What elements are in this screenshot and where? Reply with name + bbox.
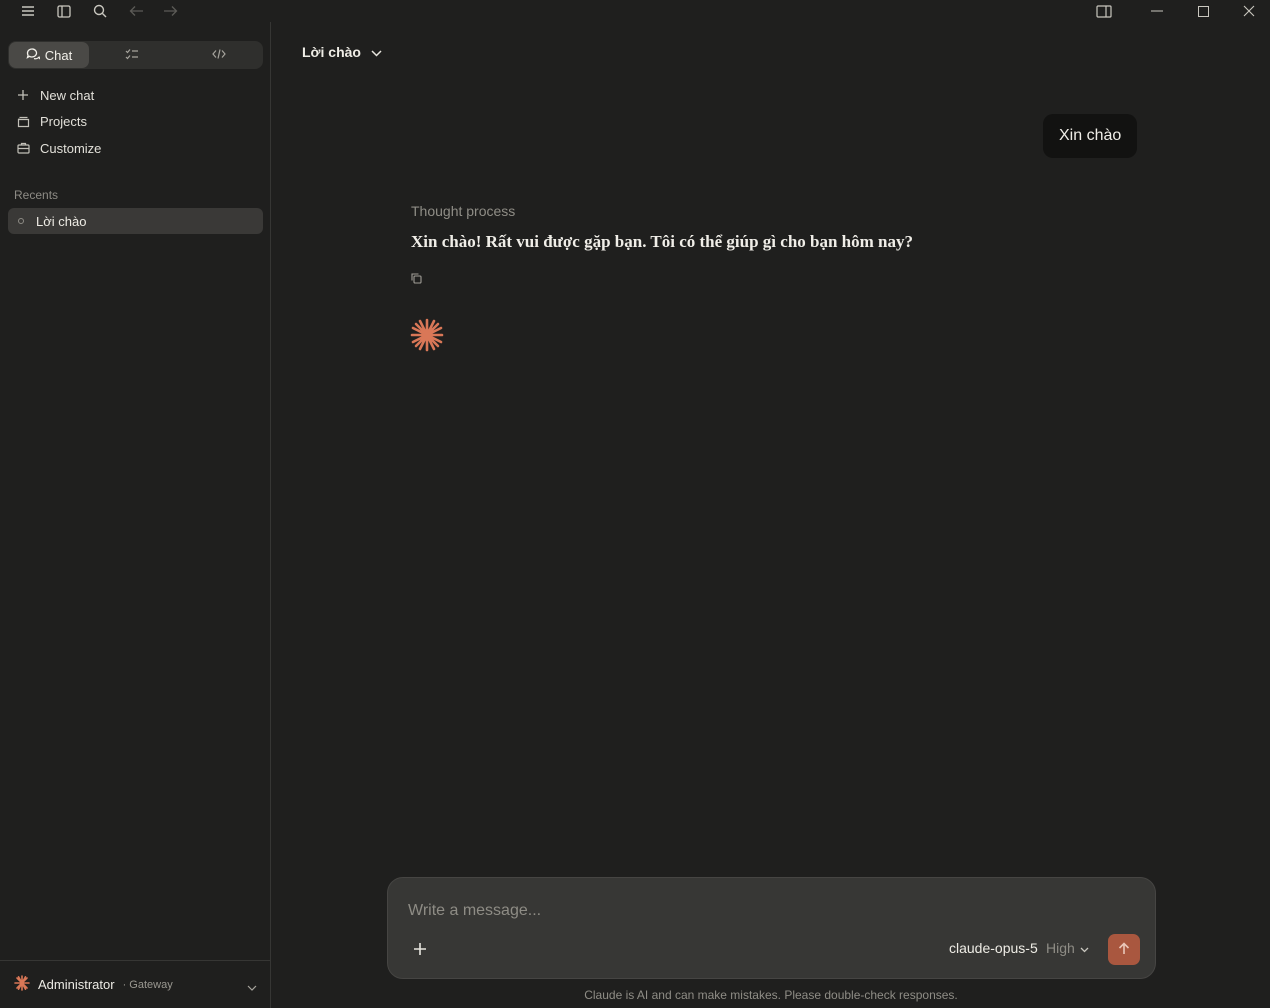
search-icon[interactable] [90, 2, 110, 20]
sidebar-item-new-chat[interactable]: New chat [8, 82, 263, 108]
effort-label: High [1046, 940, 1075, 956]
sidebar-toggle-icon[interactable] [54, 2, 74, 20]
task-checklist-icon [125, 48, 139, 63]
sidebar-item-projects[interactable]: Projects [8, 109, 263, 135]
tab-tasks[interactable] [89, 42, 175, 68]
title-bar [0, 0, 1270, 22]
back-arrow-icon[interactable] [126, 2, 146, 20]
chevron-down-icon [1080, 940, 1089, 956]
user-message: Xin chào [1043, 114, 1138, 158]
sidebar-item-label: New chat [40, 87, 95, 103]
briefcase-icon [16, 141, 30, 155]
message-composer: claude-opus-5 High [387, 877, 1156, 979]
sidebar: Chat New chat Projects Customize Recents… [0, 22, 271, 1008]
recent-chat-item[interactable]: Lời chào [8, 208, 263, 234]
user-name: Administrator [38, 977, 115, 992]
user-plan: · Gateway [122, 978, 173, 991]
assistant-reply: Xin chào! Rất vui được gặp bạn. Tôi có t… [411, 232, 914, 251]
maximize-icon[interactable] [1193, 2, 1213, 20]
copy-icon[interactable] [411, 272, 422, 287]
claude-spark-icon [410, 318, 444, 355]
folder-icon [16, 115, 30, 129]
chevron-down-icon [371, 44, 382, 60]
side-panel-icon[interactable] [1094, 2, 1114, 20]
chat-dot-icon [18, 218, 24, 224]
chevron-down-icon [247, 979, 257, 994]
conversation-title: Lời chào [302, 44, 361, 60]
thought-process-toggle[interactable]: Thought process [411, 203, 515, 219]
conversation-title-button[interactable]: Lời chào [302, 44, 382, 60]
close-icon[interactable] [1239, 2, 1259, 20]
model-selector[interactable]: claude-opus-5 [949, 940, 1038, 956]
forward-arrow-icon[interactable] [160, 2, 180, 20]
claude-logo-icon [14, 975, 30, 994]
tab-chat[interactable]: Chat [9, 42, 89, 68]
disclaimer-text: Claude is AI and can make mistakes. Plea… [584, 988, 958, 1002]
sidebar-nav: New chat Projects Customize [8, 82, 263, 162]
tab-chat-label: Chat [44, 47, 73, 63]
tab-code[interactable] [175, 42, 262, 68]
chat-main: Lời chào Xin chào Thought process Xin ch… [272, 22, 1270, 1008]
sidebar-item-label: Projects [40, 114, 87, 129]
code-icon [211, 48, 226, 63]
menu-icon[interactable] [18, 2, 38, 20]
plus-icon [16, 88, 30, 102]
recent-chat-label: Lời chào [36, 213, 87, 229]
effort-selector[interactable]: High [1046, 940, 1089, 956]
message-input[interactable] [408, 900, 1008, 922]
minimize-icon[interactable] [1147, 2, 1167, 20]
chat-bubbles-icon [26, 47, 41, 63]
mode-switcher: Chat [8, 41, 263, 69]
sidebar-item-label: Customize [40, 140, 102, 156]
arrow-up-icon [1118, 941, 1130, 958]
attach-plus-button[interactable] [410, 939, 430, 959]
send-button[interactable] [1108, 934, 1140, 965]
recents-heading: Recents [14, 188, 59, 202]
user-account-button[interactable]: Administrator · Gateway [0, 960, 271, 1008]
sidebar-item-customize[interactable]: Customize [8, 135, 263, 161]
